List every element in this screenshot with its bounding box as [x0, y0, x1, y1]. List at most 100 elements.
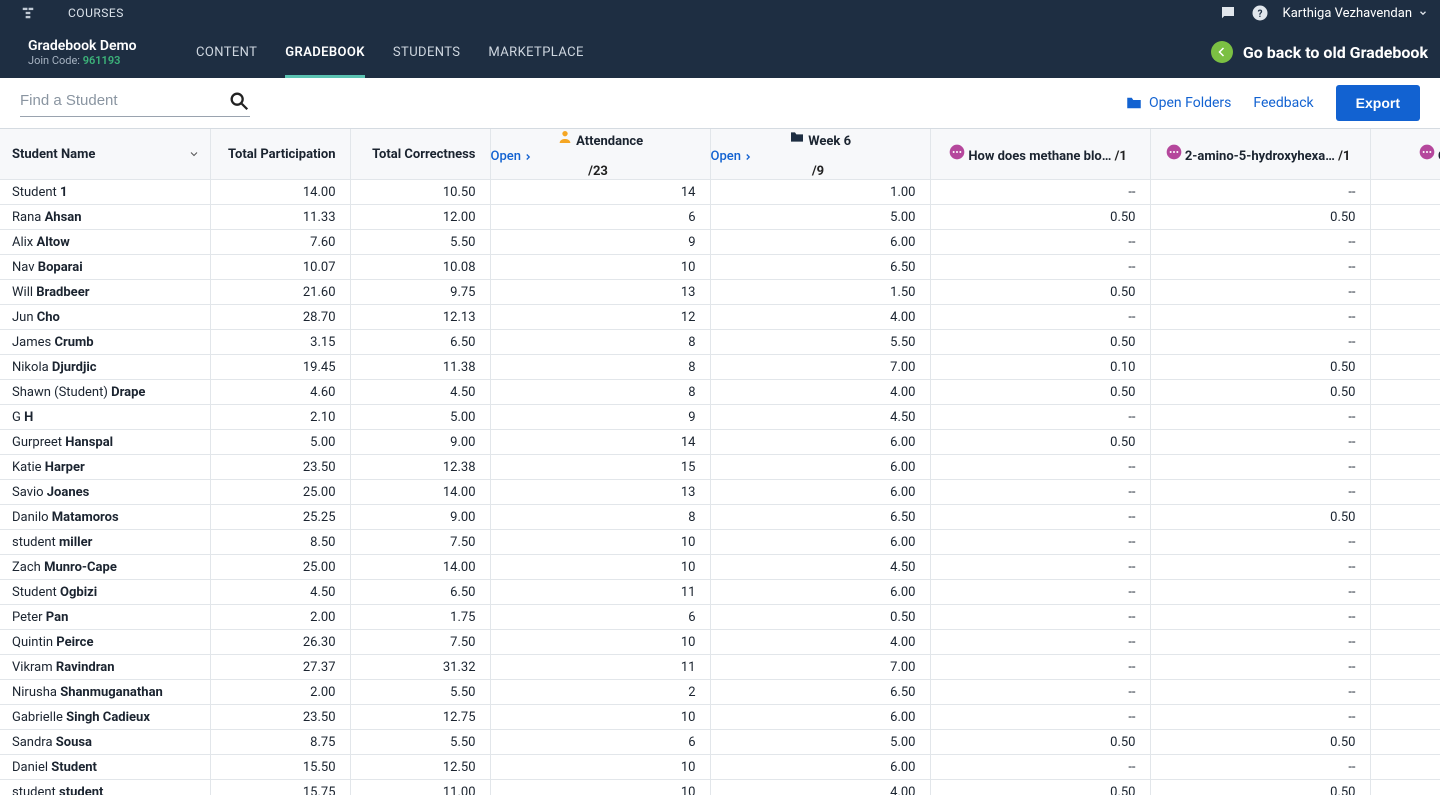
q1-cell[interactable]: -- — [930, 480, 1150, 505]
col-week6[interactable]: Week 6 Open /9 — [710, 129, 930, 180]
student-name-cell[interactable]: Nikola Djurdjic — [0, 355, 210, 380]
attendance-cell[interactable]: 10 — [490, 780, 710, 795]
student-name-cell[interactable]: Alix Altow — [0, 230, 210, 255]
week6-cell[interactable]: 4.50 — [710, 555, 930, 580]
table-row[interactable]: Alix Altow7.605.5096.00---- — [0, 230, 1440, 255]
correctness-cell[interactable]: 6.50 — [350, 580, 490, 605]
q2-cell[interactable]: -- — [1150, 530, 1370, 555]
correctness-cell[interactable]: 31.32 — [350, 655, 490, 680]
week6-cell[interactable]: 6.00 — [710, 480, 930, 505]
correctness-cell[interactable]: 4.50 — [350, 380, 490, 405]
participation-cell[interactable]: 21.60 — [210, 280, 350, 305]
q3-cell[interactable] — [1370, 355, 1440, 380]
attendance-cell[interactable]: 10 — [490, 630, 710, 655]
table-row[interactable]: Peter Pan2.001.7560.50---- — [0, 605, 1440, 630]
q3-cell[interactable] — [1370, 480, 1440, 505]
attendance-cell[interactable]: 15 — [490, 455, 710, 480]
week6-cell[interactable]: 4.00 — [710, 305, 930, 330]
feedback-link[interactable]: Feedback — [1253, 95, 1313, 111]
participation-cell[interactable]: 10.07 — [210, 255, 350, 280]
table-row[interactable]: Vikram Ravindran27.3731.32117.00---- — [0, 655, 1440, 680]
correctness-cell[interactable]: 10.08 — [350, 255, 490, 280]
student-name-cell[interactable]: Jun Cho — [0, 305, 210, 330]
table-row[interactable]: Katie Harper23.5012.38156.00---- — [0, 455, 1440, 480]
tab-students[interactable]: STUDENTS — [393, 26, 461, 78]
week6-cell[interactable]: 0.50 — [710, 605, 930, 630]
student-name-cell[interactable]: Shawn (Student) Drape — [0, 380, 210, 405]
q2-cell[interactable]: -- — [1150, 605, 1370, 630]
student-name-cell[interactable]: Student Ogbizi — [0, 580, 210, 605]
week6-cell[interactable]: 6.50 — [710, 680, 930, 705]
app-logo-icon[interactable] — [12, 6, 44, 20]
q3-cell[interactable] — [1370, 280, 1440, 305]
q1-cell[interactable]: 0.50 — [930, 280, 1150, 305]
student-name-cell[interactable]: Danilo Matamoros — [0, 505, 210, 530]
attendance-cell[interactable]: 6 — [490, 205, 710, 230]
correctness-cell[interactable]: 7.50 — [350, 530, 490, 555]
gradebook-table-scroll[interactable]: Student Name Total Participation Total C… — [0, 128, 1440, 795]
participation-cell[interactable]: 8.50 — [210, 530, 350, 555]
q3-cell[interactable] — [1370, 180, 1440, 205]
tab-marketplace[interactable]: MARKETPLACE — [488, 26, 583, 78]
correctness-cell[interactable]: 9.75 — [350, 280, 490, 305]
correctness-cell[interactable]: 5.50 — [350, 680, 490, 705]
student-name-cell[interactable]: Gabrielle Singh Cadieux — [0, 705, 210, 730]
correctness-cell[interactable]: 12.00 — [350, 205, 490, 230]
participation-cell[interactable]: 2.00 — [210, 605, 350, 630]
q1-cell[interactable]: -- — [930, 455, 1150, 480]
tab-content[interactable]: CONTENT — [196, 26, 257, 78]
student-name-cell[interactable]: Rana Ahsan — [0, 205, 210, 230]
q2-cell[interactable]: -- — [1150, 655, 1370, 680]
week6-cell[interactable]: 7.00 — [710, 355, 930, 380]
attendance-cell[interactable]: 11 — [490, 655, 710, 680]
attendance-cell[interactable]: 12 — [490, 305, 710, 330]
correctness-cell[interactable]: 11.00 — [350, 780, 490, 795]
attendance-cell[interactable]: 10 — [490, 555, 710, 580]
open-week6[interactable]: Open — [711, 149, 930, 164]
table-row[interactable]: Rana Ahsan11.3312.0065.000.500.50 — [0, 205, 1440, 230]
attendance-cell[interactable]: 10 — [490, 530, 710, 555]
q3-cell[interactable] — [1370, 705, 1440, 730]
student-name-cell[interactable]: Nirusha Shanmuganathan — [0, 680, 210, 705]
participation-cell[interactable]: 7.60 — [210, 230, 350, 255]
participation-cell[interactable]: 8.75 — [210, 730, 350, 755]
q2-cell[interactable]: -- — [1150, 180, 1370, 205]
attendance-cell[interactable]: 9 — [490, 230, 710, 255]
q3-cell[interactable] — [1370, 655, 1440, 680]
attendance-cell[interactable]: 10 — [490, 755, 710, 780]
q3-cell[interactable] — [1370, 680, 1440, 705]
week6-cell[interactable]: 6.00 — [710, 430, 930, 455]
table-row[interactable]: Zach Munro-Cape25.0014.00104.50---- — [0, 555, 1440, 580]
q1-cell[interactable]: 0.50 — [930, 780, 1150, 795]
week6-cell[interactable]: 6.00 — [710, 705, 930, 730]
q2-cell[interactable]: 0.50 — [1150, 730, 1370, 755]
week6-cell[interactable]: 4.00 — [710, 630, 930, 655]
q3-cell[interactable] — [1370, 330, 1440, 355]
participation-cell[interactable]: 4.50 — [210, 580, 350, 605]
table-row[interactable]: Nikola Djurdjic19.4511.3887.000.100.50 — [0, 355, 1440, 380]
table-row[interactable]: Shawn (Student) Drape4.604.5084.000.500.… — [0, 380, 1440, 405]
attendance-cell[interactable]: 8 — [490, 330, 710, 355]
week6-cell[interactable]: 4.00 — [710, 380, 930, 405]
table-row[interactable]: Student Ogbizi4.506.50116.00---- — [0, 580, 1440, 605]
q1-cell[interactable]: -- — [930, 555, 1150, 580]
go-back-old-gradebook[interactable]: Go back to old Gradebook — [1211, 41, 1428, 63]
table-row[interactable]: Gabrielle Singh Cadieux23.5012.75106.00-… — [0, 705, 1440, 730]
user-menu[interactable]: Karthiga Vezhavendan — [1283, 6, 1428, 21]
q1-cell[interactable]: 0.10 — [930, 355, 1150, 380]
attendance-cell[interactable]: 14 — [490, 180, 710, 205]
participation-cell[interactable]: 15.50 — [210, 755, 350, 780]
chat-icon[interactable] — [1219, 4, 1237, 22]
week6-cell[interactable]: 6.00 — [710, 455, 930, 480]
q2-cell[interactable]: -- — [1150, 280, 1370, 305]
q3-cell[interactable] — [1370, 730, 1440, 755]
student-name-cell[interactable]: Nav Boparai — [0, 255, 210, 280]
q2-cell[interactable]: 0.50 — [1150, 505, 1370, 530]
student-search[interactable] — [20, 90, 250, 117]
participation-cell[interactable]: 2.10 — [210, 405, 350, 430]
q2-cell[interactable]: -- — [1150, 330, 1370, 355]
correctness-cell[interactable]: 14.00 — [350, 480, 490, 505]
table-row[interactable]: Daniel Student15.5012.50106.00---- — [0, 755, 1440, 780]
q3-cell[interactable] — [1370, 605, 1440, 630]
week6-cell[interactable]: 5.50 — [710, 330, 930, 355]
